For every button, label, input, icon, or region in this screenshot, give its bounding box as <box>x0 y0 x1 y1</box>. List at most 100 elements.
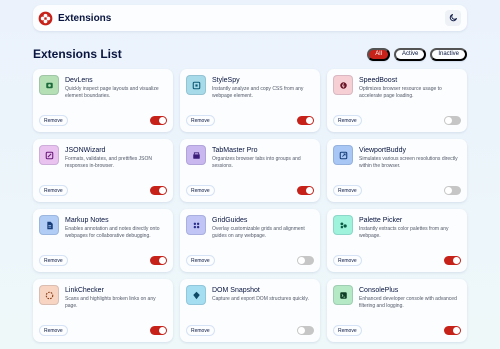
viewportbuddy-icon <box>333 145 353 165</box>
extension-name: DevLens <box>65 77 93 84</box>
remove-button[interactable]: Remove <box>39 115 68 126</box>
extension-card-linkchecker: LinkChecker Scans and highlights broken l… <box>33 279 173 342</box>
extension-description: Enables annotation and notes directly on… <box>65 226 160 239</box>
extension-description: Organizes browser tabs into groups and s… <box>212 156 301 169</box>
extension-name: Palette Picker <box>359 217 403 224</box>
extension-name: LinkChecker <box>65 287 104 294</box>
extension-card-jsonwizard: JSONWizard Formats, validates, and pretti… <box>33 139 173 202</box>
extension-card-footer: Remove <box>39 255 167 266</box>
extension-description: Scans and highlights broken links on any… <box>65 296 156 309</box>
extension-text: StyleSpy Instantly analyze and copy CSS f… <box>212 75 314 99</box>
remove-button[interactable]: Remove <box>186 115 215 126</box>
extension-card-header: LinkChecker Scans and highlights broken l… <box>39 285 167 309</box>
extension-card-footer: Remove <box>333 255 461 266</box>
extension-card-footer: Remove <box>39 325 167 336</box>
extension-toggle[interactable] <box>444 116 461 125</box>
remove-button[interactable]: Remove <box>333 325 362 336</box>
app-header: Extensions <box>33 5 467 31</box>
extension-card-header: DOM Snapshot Capture and export DOM struc… <box>186 285 314 305</box>
remove-button[interactable]: Remove <box>186 255 215 266</box>
extension-toggle[interactable] <box>444 186 461 195</box>
toggle-knob <box>445 187 452 194</box>
extension-text: SpeedBoost Optimizes browser resource usa… <box>359 75 461 99</box>
extension-card-tabmaster: TabMaster Pro Organizes browser tabs into… <box>180 139 320 202</box>
extension-card-header: SpeedBoost Optimizes browser resource usa… <box>333 75 461 99</box>
extension-card-footer: Remove <box>333 115 461 126</box>
extension-card-markup-notes: Markup Notes Enables annotation and notes… <box>33 209 173 272</box>
extension-toggle[interactable] <box>444 326 461 335</box>
extension-toggle[interactable] <box>297 186 314 195</box>
extension-description: Instantly analyze and copy CSS from any … <box>212 86 304 99</box>
extension-toggle[interactable] <box>150 326 167 335</box>
extension-description: Enhanced developer console with advanced… <box>359 296 457 309</box>
extension-text: ConsolePlus Enhanced developer console wi… <box>359 285 461 309</box>
toggle-knob <box>159 327 166 334</box>
extension-text: DevLens Quickly inspect page layouts and … <box>65 75 167 99</box>
extension-card-stylespy: StyleSpy Instantly analyze and copy CSS f… <box>180 69 320 132</box>
palette-picker-icon <box>333 215 353 235</box>
extension-card-speedboost: SpeedBoost Optimizes browser resource usa… <box>327 69 467 132</box>
extension-name: TabMaster Pro <box>212 147 258 154</box>
toggle-knob <box>159 117 166 124</box>
extension-card-header: StyleSpy Instantly analyze and copy CSS f… <box>186 75 314 99</box>
remove-button[interactable]: Remove <box>333 185 362 196</box>
extension-description: Formats, validates, and prettifies JSON … <box>65 156 152 169</box>
toggle-knob <box>298 257 305 264</box>
extension-card-header: ViewportBuddy Simulates various screen re… <box>333 145 461 169</box>
extension-text: Palette Picker Instantly extracts color p… <box>359 215 461 239</box>
extension-name: GridGuides <box>212 217 248 224</box>
toggle-knob <box>453 327 460 334</box>
remove-button[interactable]: Remove <box>39 185 68 196</box>
speedboost-icon <box>333 75 353 95</box>
extension-name: Markup Notes <box>65 217 109 224</box>
extension-toggle[interactable] <box>297 256 314 265</box>
remove-button[interactable]: Remove <box>186 185 215 196</box>
remove-button[interactable]: Remove <box>39 325 68 336</box>
markup-notes-icon <box>39 215 59 235</box>
toggle-knob <box>306 117 313 124</box>
extension-card-header: Palette Picker Instantly extracts color p… <box>333 215 461 239</box>
toggle-knob <box>445 117 452 124</box>
toggle-knob <box>298 327 305 334</box>
extension-name: JSONWizard <box>65 147 106 154</box>
extension-card-devlens: DevLens Quickly inspect page layouts and … <box>33 69 173 132</box>
extension-card-viewportbuddy: ViewportBuddy Simulates various screen re… <box>327 139 467 202</box>
dom-snapshot-icon <box>186 285 206 305</box>
filter-active-button[interactable]: Active <box>393 47 427 61</box>
extension-toggle[interactable] <box>150 186 167 195</box>
extension-text: LinkChecker Scans and highlights broken l… <box>65 285 167 309</box>
extension-name: StyleSpy <box>212 77 240 84</box>
remove-button[interactable]: Remove <box>333 255 362 266</box>
filter-all-button[interactable]: All <box>367 47 390 61</box>
brand[interactable]: Extensions <box>38 11 111 26</box>
tabmaster-icon <box>186 145 206 165</box>
filter-group: All Active Inactive <box>367 47 467 61</box>
extensions-logo-icon <box>38 11 53 26</box>
extension-description: Capture and export DOM structures quickl… <box>212 296 309 302</box>
extension-toggle[interactable] <box>297 326 314 335</box>
remove-button[interactable]: Remove <box>186 325 215 336</box>
extension-card-consoleplus: ConsolePlus Enhanced developer console wi… <box>327 279 467 342</box>
remove-button[interactable]: Remove <box>333 115 362 126</box>
remove-button[interactable]: Remove <box>39 255 68 266</box>
extension-name: DOM Snapshot <box>212 287 260 294</box>
stylespy-icon <box>186 75 206 95</box>
extension-card-header: ConsolePlus Enhanced developer console wi… <box>333 285 461 309</box>
toggle-knob <box>159 187 166 194</box>
extension-description: Optimizes browser resource usage to acce… <box>359 86 442 99</box>
extension-card-footer: Remove <box>333 325 461 336</box>
extension-card-footer: Remove <box>186 185 314 196</box>
extension-toggle[interactable] <box>150 256 167 265</box>
linkchecker-icon <box>39 285 59 305</box>
extension-card-footer: Remove <box>186 325 314 336</box>
extension-text: JSONWizard Formats, validates, and pretti… <box>65 145 167 169</box>
extension-card-palette-picker: Palette Picker Instantly extracts color p… <box>327 209 467 272</box>
theme-toggle-button[interactable] <box>445 10 461 26</box>
filter-inactive-button[interactable]: Inactive <box>430 47 467 61</box>
extension-name: ViewportBuddy <box>359 147 406 154</box>
extension-toggle[interactable] <box>150 116 167 125</box>
extension-card-footer: Remove <box>186 115 314 126</box>
extension-toggle[interactable] <box>444 256 461 265</box>
extension-toggle[interactable] <box>297 116 314 125</box>
extension-name: SpeedBoost <box>359 77 398 84</box>
